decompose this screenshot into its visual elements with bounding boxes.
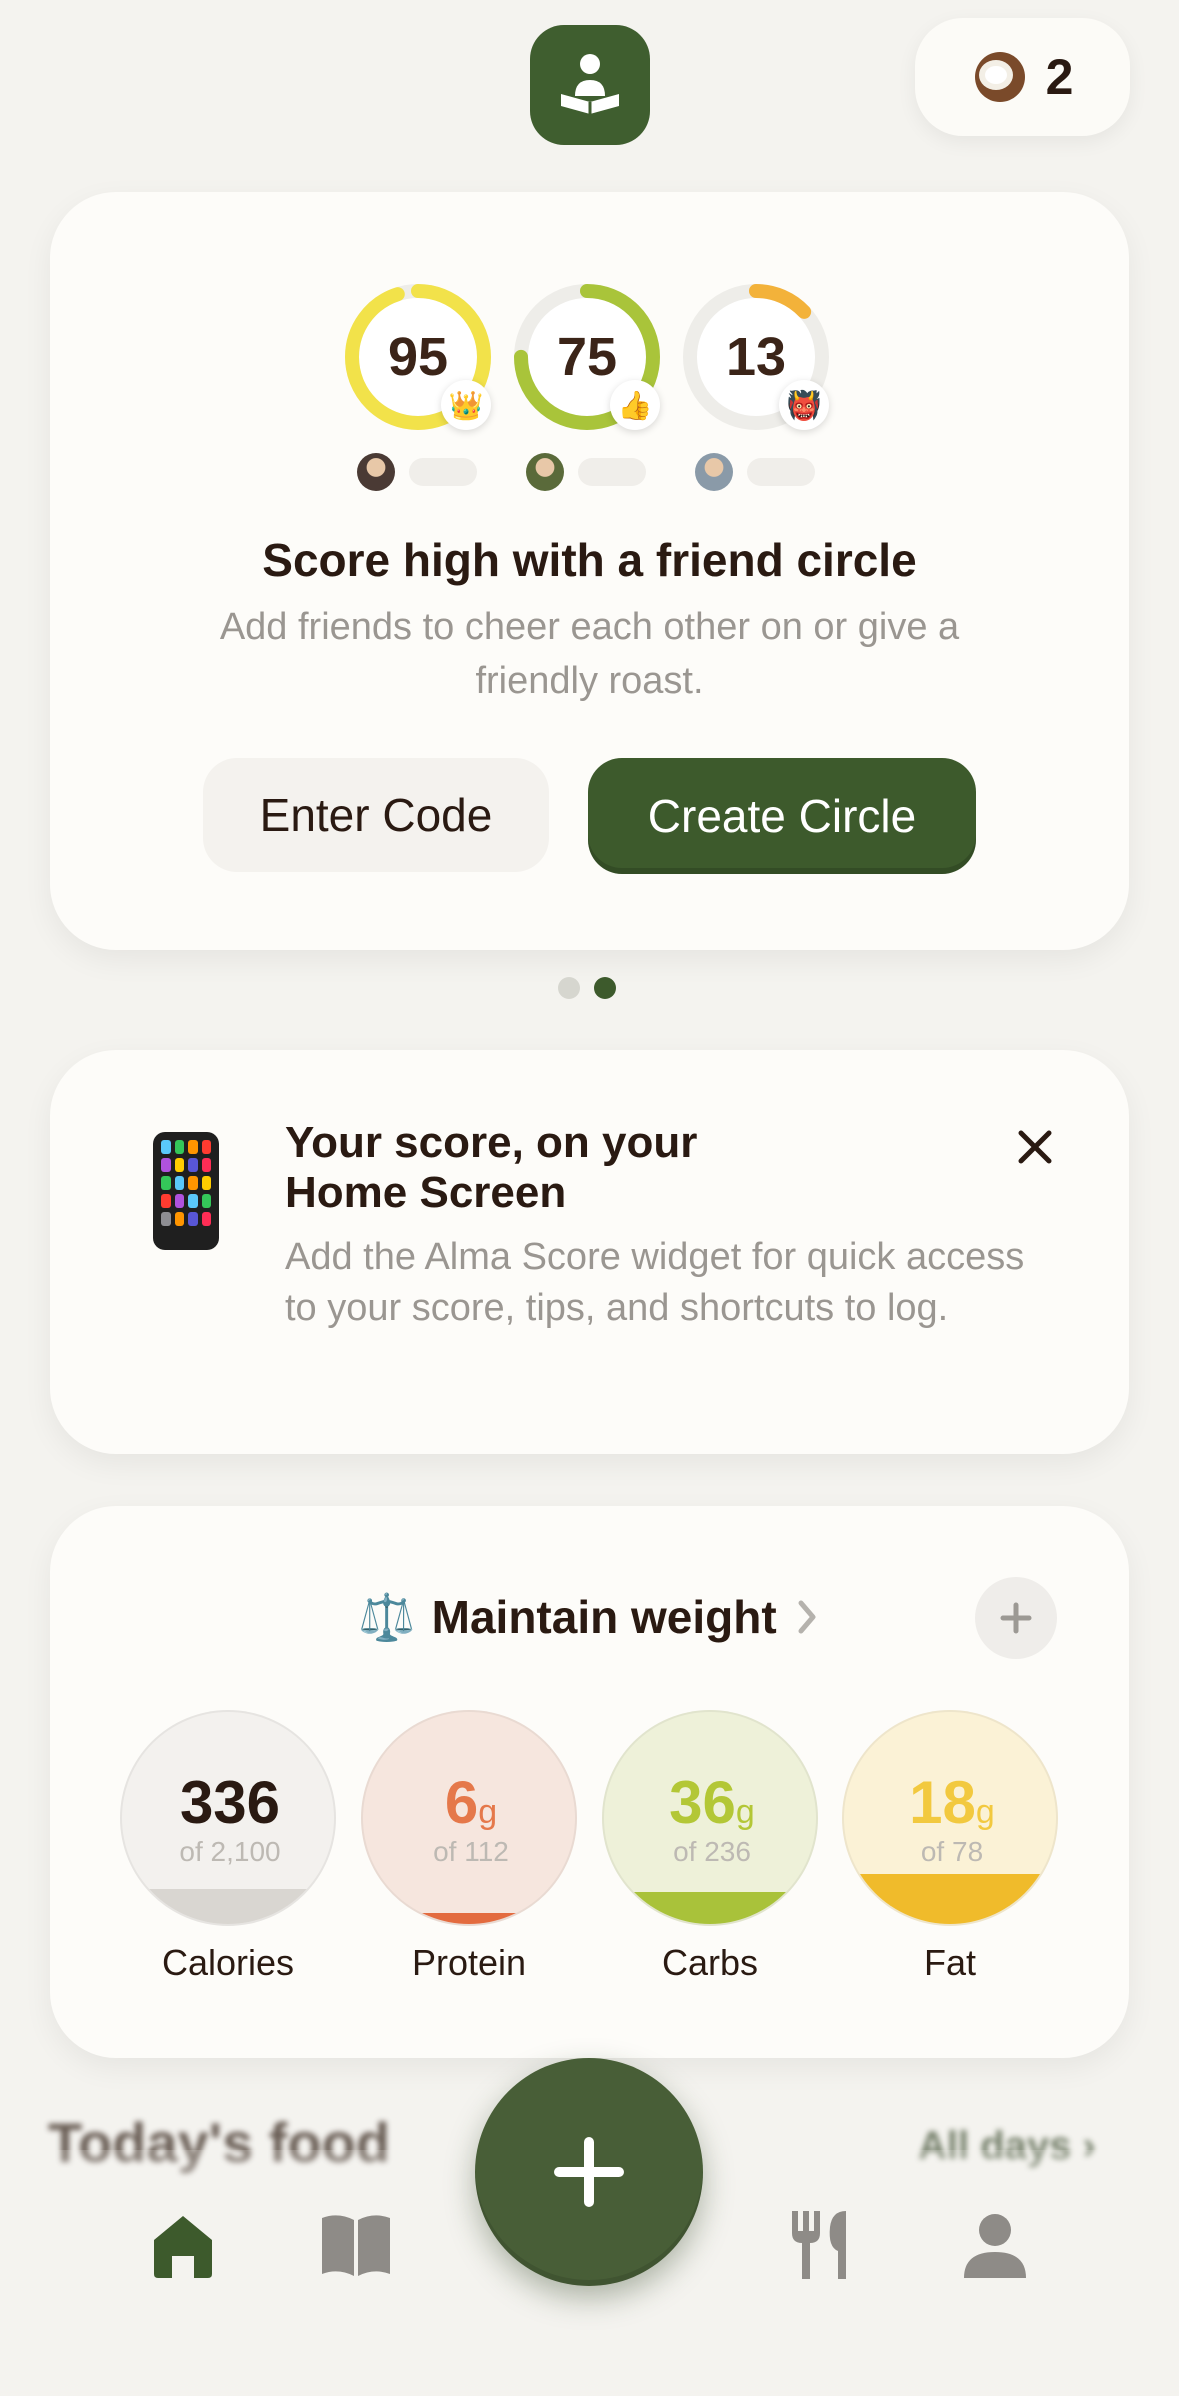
friend-circle-title: Score high with a friend circle (262, 534, 917, 586)
macro-label: Calories (161, 1942, 295, 1983)
score-badge-icon: 👹 (779, 380, 829, 430)
macro-fat[interactable]: 18g of 78 (842, 1710, 1058, 1926)
pager-dot-1[interactable] (558, 977, 580, 999)
phone-icon (153, 1132, 219, 1250)
macro-value: 6g (444, 1769, 498, 1836)
chevron-right-icon (798, 1600, 816, 1634)
goal-label: Maintain weight (431, 1591, 777, 1643)
friend-avatar (526, 453, 564, 491)
score-badge-icon: 👑 (441, 380, 491, 430)
plus-icon (554, 2137, 624, 2207)
macro-carbs[interactable]: 36g of 236 (602, 1710, 818, 1926)
coconut-counter[interactable]: 2 (915, 18, 1130, 136)
pager-dot-2[interactable] (594, 977, 616, 999)
macro-progress-fill (363, 1913, 575, 1924)
macro-label: Fat (923, 1942, 976, 1983)
tab-library[interactable] (316, 2205, 396, 2285)
widget-card-title: Your score, on your Home Screen (285, 1118, 698, 1217)
profile-icon (964, 2214, 1026, 2278)
friend-circle-subtitle: Add friends to cheer each other on or gi… (219, 606, 960, 702)
plus-icon (1000, 1602, 1032, 1634)
widget-card-description: Add the Alma Score widget for quick acce… (285, 1236, 1025, 1329)
friend-name-placeholder (578, 458, 646, 486)
macro-target: of 112 (433, 1836, 509, 1867)
friend-avatar (357, 453, 395, 491)
macro-label: Carbs (661, 1942, 759, 1983)
score-badge-icon: 👍 (610, 380, 660, 430)
friend-name-placeholder (747, 458, 815, 486)
macro-target: of 236 (673, 1836, 751, 1867)
macro-calories[interactable]: 336 of 2,100 (120, 1710, 336, 1926)
macro-label: Protein (411, 1942, 527, 1983)
macro-target: of 78 (920, 1836, 984, 1867)
macro-progress-fill (604, 1891, 816, 1924)
add-food-button[interactable] (475, 2058, 703, 2286)
close-icon (1018, 1130, 1052, 1164)
coconut-count: 2 (1045, 49, 1074, 105)
macro-target: of 2,100 (179, 1836, 281, 1867)
tab-home[interactable] (143, 2205, 223, 2285)
home-icon (154, 2216, 212, 2278)
app-logo[interactable] (530, 25, 650, 145)
reading-person-icon (561, 54, 619, 114)
macro-protein[interactable]: 6g of 112 (361, 1710, 577, 1926)
create-circle-button[interactable]: Create Circle (588, 758, 976, 874)
macro-value: 18g (909, 1769, 995, 1836)
scale-icon: ⚖️ (358, 1590, 416, 1643)
card-pager[interactable] (558, 977, 616, 999)
coconut-icon (974, 52, 1025, 102)
enter-code-button[interactable]: Enter Code (203, 758, 549, 872)
add-goal-button[interactable] (975, 1577, 1057, 1659)
fork-knife-icon (792, 2211, 846, 2279)
book-icon (322, 2215, 390, 2276)
friend-avatar (695, 453, 733, 491)
macro-value: 336 (179, 1769, 281, 1836)
tab-profile[interactable] (955, 2205, 1035, 2285)
macro-value: 36g (669, 1769, 755, 1836)
macro-progress-fill (844, 1874, 1056, 1924)
macro-progress-fill (122, 1889, 334, 1924)
tab-meals[interactable] (782, 2205, 862, 2285)
close-button[interactable] (1010, 1122, 1060, 1172)
friend-name-placeholder (409, 458, 477, 486)
